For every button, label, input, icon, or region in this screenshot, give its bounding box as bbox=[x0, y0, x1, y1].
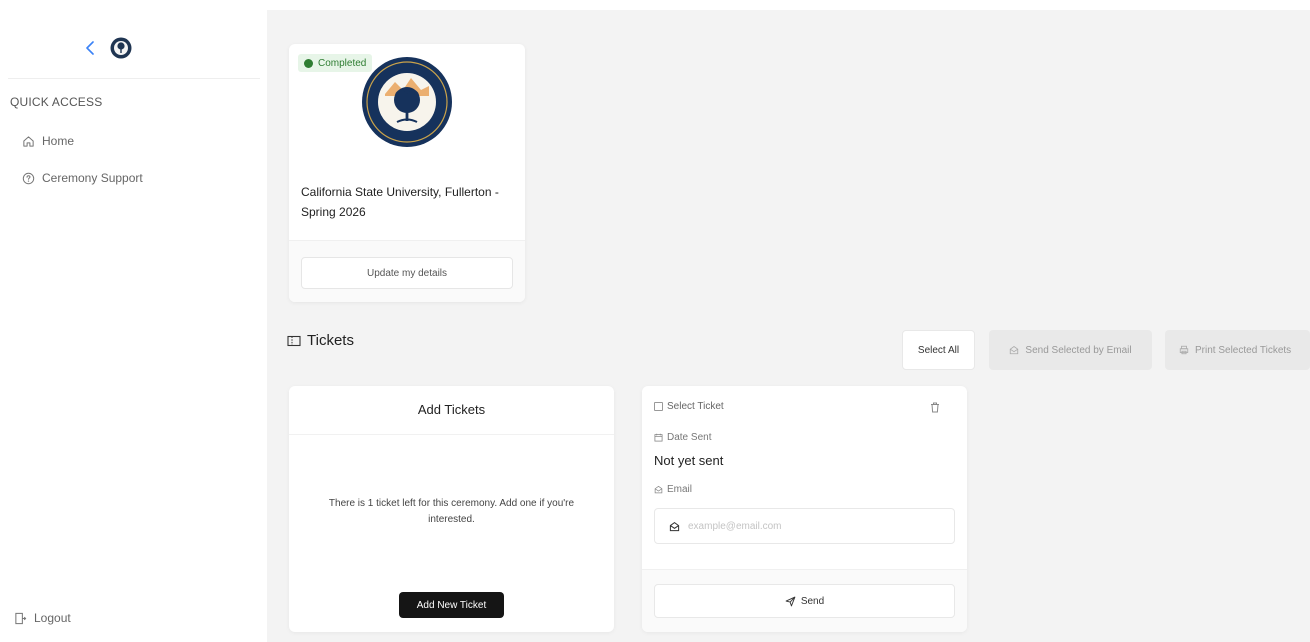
printer-icon bbox=[1179, 345, 1189, 355]
sidebar: QUICK ACCESS Home Ceremony Support Logou… bbox=[0, 0, 267, 642]
logout-label: Logout bbox=[34, 611, 71, 625]
delete-ticket-button[interactable] bbox=[928, 400, 942, 414]
ceremony-card: Completed California State University, F… bbox=[289, 44, 525, 302]
calendar-icon bbox=[654, 433, 663, 442]
add-tickets-card: Add Tickets There is 1 ticket left for t… bbox=[289, 386, 614, 632]
main-content: Completed California State University, F… bbox=[267, 10, 1310, 642]
print-selected-button[interactable]: Print Selected Tickets bbox=[1165, 330, 1310, 370]
trash-icon bbox=[931, 402, 939, 412]
add-new-ticket-button[interactable]: Add New Ticket bbox=[399, 592, 504, 618]
checkbox-icon[interactable] bbox=[654, 402, 663, 411]
tickets-left-message: There is 1 ticket left for this ceremony… bbox=[328, 498, 575, 525]
logout-icon bbox=[15, 612, 27, 624]
date-sent-label: Date Sent bbox=[654, 432, 711, 443]
ticket-icon bbox=[287, 335, 301, 346]
email-field-wrapper bbox=[654, 508, 955, 544]
home-icon bbox=[23, 135, 34, 147]
print-selected-label: Print Selected Tickets bbox=[1195, 344, 1292, 356]
sidebar-item-label: Ceremony Support bbox=[42, 171, 143, 185]
ceremony-card-footer: Update my details bbox=[289, 240, 525, 302]
help-circle-icon bbox=[22, 172, 35, 184]
select-ticket-label: Select Ticket bbox=[667, 401, 724, 412]
send-ticket-button[interactable]: Send bbox=[654, 584, 955, 618]
email-label: Email bbox=[654, 484, 692, 495]
mail-icon bbox=[654, 485, 663, 494]
send-selected-label: Send Selected by Email bbox=[1025, 344, 1132, 356]
sidebar-item-home[interactable]: Home bbox=[22, 134, 74, 148]
send-icon bbox=[785, 596, 796, 606]
chevron-left-icon bbox=[86, 41, 94, 55]
update-details-button[interactable]: Update my details bbox=[301, 257, 513, 289]
sidebar-item-ceremony-support[interactable]: Ceremony Support bbox=[22, 171, 143, 185]
add-tickets-title: Add Tickets bbox=[417, 402, 486, 417]
select-all-button[interactable]: Select All bbox=[902, 330, 975, 370]
mail-icon bbox=[1010, 345, 1019, 355]
sidebar-header bbox=[82, 36, 132, 60]
send-selected-email-button[interactable]: Send Selected by Email bbox=[989, 330, 1152, 370]
add-card-divider bbox=[289, 434, 614, 435]
ceremony-name: California State University, Fullerton -… bbox=[301, 185, 499, 219]
status-label: Completed bbox=[318, 57, 367, 69]
sidebar-divider bbox=[8, 78, 260, 79]
check-circle-icon bbox=[304, 58, 313, 68]
email-input[interactable] bbox=[688, 520, 928, 532]
send-label: Send bbox=[800, 595, 825, 607]
email-label-text: Email bbox=[667, 484, 693, 495]
date-sent-value: Not yet sent bbox=[654, 453, 724, 468]
select-ticket-checkbox[interactable]: Select Ticket bbox=[654, 401, 724, 412]
university-logo-icon bbox=[110, 37, 132, 59]
sidebar-item-label: Home bbox=[42, 134, 75, 148]
ticket-card-footer: Send bbox=[642, 569, 967, 632]
ticket-card: Select Ticket Date Sent Not yet sent Ema… bbox=[642, 386, 967, 632]
quick-access-title: QUICK ACCESS bbox=[10, 95, 103, 109]
tickets-title: Tickets bbox=[307, 332, 354, 349]
collapse-sidebar-button[interactable] bbox=[82, 36, 98, 60]
date-sent-label-text: Date Sent bbox=[667, 432, 712, 443]
status-badge: Completed bbox=[298, 54, 373, 72]
logout-button[interactable]: Logout bbox=[14, 611, 71, 625]
mail-icon bbox=[669, 521, 680, 531]
university-seal-icon bbox=[362, 57, 452, 147]
tickets-heading: Tickets bbox=[287, 332, 354, 349]
